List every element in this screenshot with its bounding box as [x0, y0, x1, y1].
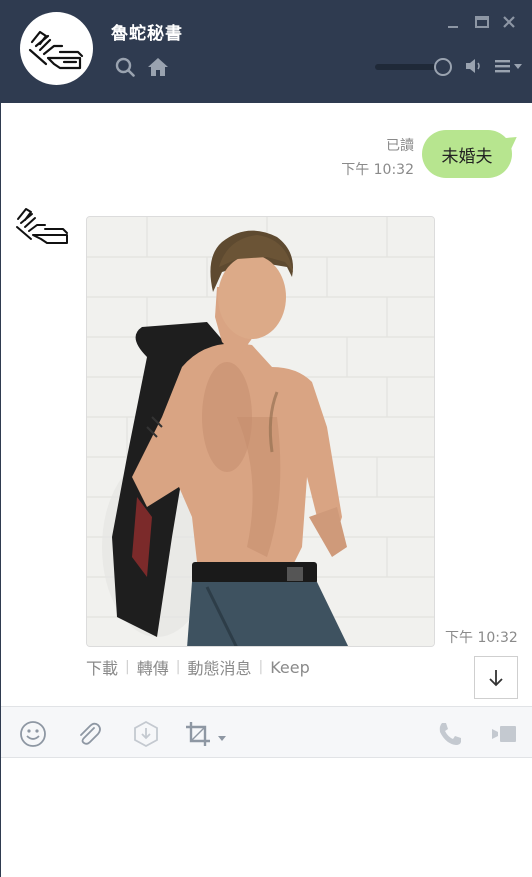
sender-avatar[interactable]	[15, 203, 71, 249]
crop-icon[interactable]	[184, 720, 212, 748]
video-icon[interactable]	[490, 720, 518, 748]
emoji-icon[interactable]	[19, 720, 47, 748]
message-timestamp: 下午 10:32	[445, 630, 518, 646]
read-receipt: 已讀	[386, 138, 414, 154]
divider: |	[175, 659, 181, 675]
forward-link[interactable]: 轉傳	[137, 655, 169, 679]
divider: |	[258, 659, 264, 675]
sent-message-bubble[interactable]: 未婚夫	[422, 130, 512, 178]
phone-icon[interactable]	[436, 720, 464, 748]
page-title: 魯蛇秘書	[111, 24, 183, 44]
download-link[interactable]: 下載	[86, 655, 118, 679]
home-icon[interactable]	[147, 56, 169, 78]
search-icon[interactable]	[114, 56, 136, 78]
avatar[interactable]	[20, 12, 93, 85]
hand-logo-icon	[28, 30, 84, 70]
minimize-icon[interactable]	[445, 14, 461, 30]
message-text: 未婚夫	[441, 146, 493, 167]
chevron-down-icon	[514, 64, 522, 69]
paperclip-icon[interactable]	[75, 720, 103, 748]
scroll-to-bottom-button[interactable]	[474, 656, 518, 699]
chevron-down-icon[interactable]	[217, 735, 227, 743]
keep-icon[interactable]	[132, 720, 160, 748]
maximize-icon[interactable]	[474, 14, 490, 30]
timeline-link[interactable]: 動態消息	[187, 655, 251, 679]
composer-toolbar	[1, 706, 532, 758]
keep-link[interactable]: Keep	[270, 658, 310, 677]
chat-window: 魯蛇秘書 已讀 下午 10:32 未婚夫 下午 10:32 下載 | 轉傳 | …	[0, 0, 532, 877]
photo-message[interactable]	[86, 216, 435, 647]
message-input[interactable]	[1, 758, 532, 877]
arrow-down-icon	[489, 669, 503, 686]
chat-header: 魯蛇秘書	[1, 0, 532, 103]
message-timestamp: 下午 10:32	[341, 162, 414, 178]
message-list[interactable]: 已讀 下午 10:32 未婚夫 下午 10:32 下載 | 轉傳 | 動態消息 …	[1, 103, 532, 706]
speaker-icon[interactable]	[464, 56, 486, 76]
menu-icon[interactable]	[494, 57, 524, 75]
photo-actions: 下載 | 轉傳 | 動態消息 | Keep	[86, 655, 310, 679]
close-icon[interactable]	[501, 14, 517, 30]
volume-slider-handle[interactable]	[434, 58, 452, 76]
photo-image	[87, 217, 434, 646]
divider: |	[125, 659, 130, 675]
